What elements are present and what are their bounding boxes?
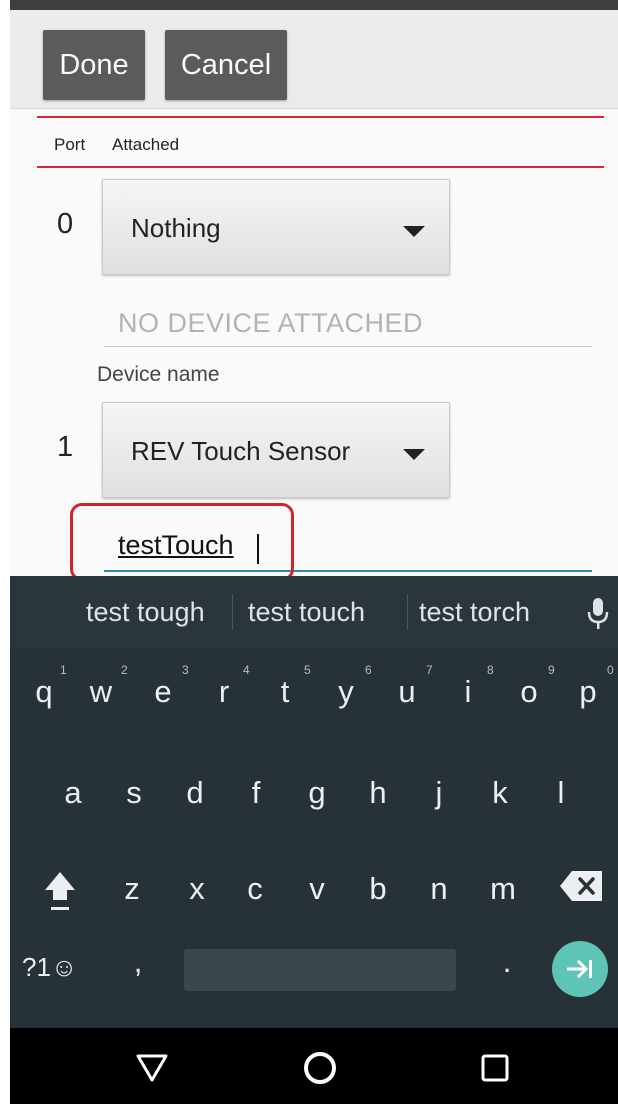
device-type-spinner-1[interactable]: REV Touch Sensor xyxy=(102,402,450,498)
cancel-button[interactable]: Cancel xyxy=(165,30,287,100)
device-name-field-0[interactable]: NO DEVICE ATTACHED xyxy=(104,300,592,347)
symbols-key[interactable]: ?1☺ xyxy=(22,952,88,983)
suggestion-3[interactable]: test torch xyxy=(419,576,530,648)
key-c[interactable]: c xyxy=(230,871,280,907)
key-k[interactable]: k xyxy=(475,775,525,811)
key-l[interactable]: l xyxy=(536,775,586,811)
back-icon[interactable] xyxy=(135,1053,169,1083)
header-divider-top xyxy=(37,116,604,118)
attached-column-header: Attached xyxy=(112,135,180,154)
enter-key[interactable] xyxy=(552,941,608,997)
key-comma[interactable]: , xyxy=(113,944,163,980)
port-number-0: 0 xyxy=(57,208,74,240)
suggestion-bar: test tough test touch test torch xyxy=(10,576,618,648)
key-period[interactable]: . xyxy=(482,944,532,980)
port-column-header: Port xyxy=(54,135,86,154)
device-name-label: Device name xyxy=(97,363,220,386)
highlight-annotation xyxy=(70,503,294,581)
enter-icon xyxy=(567,959,592,979)
device-type-spinner-0[interactable]: Nothing xyxy=(102,179,450,275)
key-hint-7: 7 xyxy=(426,663,433,677)
key-hint-4: 4 xyxy=(243,663,250,677)
key-hint-1: 1 xyxy=(60,663,67,677)
key-h[interactable]: h xyxy=(353,775,403,811)
key-v[interactable]: v xyxy=(292,871,342,907)
field-hint: NO DEVICE ATTACHED xyxy=(118,308,424,338)
key-t[interactable]: t xyxy=(260,674,310,710)
key-hint-2: 2 xyxy=(121,663,128,677)
key-hint-8: 8 xyxy=(487,663,494,677)
port-number-1: 1 xyxy=(57,431,74,463)
done-button[interactable]: Done xyxy=(43,30,145,100)
key-hint-9: 9 xyxy=(548,663,555,677)
space-bar[interactable] xyxy=(184,949,456,991)
key-g[interactable]: g xyxy=(292,775,342,811)
soft-keyboard: test tough test touch test torch q w e r… xyxy=(10,576,618,1028)
dropdown-arrow-icon xyxy=(403,226,425,237)
key-a[interactable]: a xyxy=(48,775,98,811)
mic-icon[interactable] xyxy=(586,596,610,632)
device-type-value: Nothing xyxy=(131,213,221,243)
key-d[interactable]: d xyxy=(170,775,220,811)
key-x[interactable]: x xyxy=(172,871,222,907)
key-m[interactable]: m xyxy=(478,871,528,907)
key-hint-6: 6 xyxy=(365,663,372,677)
suggestion-divider xyxy=(407,594,408,630)
home-icon[interactable] xyxy=(302,1050,338,1086)
key-r[interactable]: r xyxy=(199,674,249,710)
suggestion-2[interactable]: test touch xyxy=(248,576,365,648)
key-p[interactable]: p xyxy=(563,674,613,710)
key-s[interactable]: s xyxy=(109,775,159,811)
key-z[interactable]: z xyxy=(107,871,157,907)
suggestion-divider xyxy=(232,594,233,630)
recents-icon[interactable] xyxy=(480,1053,510,1083)
action-bar: Done Cancel xyxy=(10,10,618,109)
shift-icon[interactable] xyxy=(42,868,78,914)
navigation-bar xyxy=(10,1028,618,1104)
header-divider-bottom xyxy=(37,166,604,168)
suggestion-1[interactable]: test tough xyxy=(86,576,205,648)
key-hint-0: 0 xyxy=(607,663,614,677)
left-margin xyxy=(0,0,10,1104)
key-w[interactable]: w xyxy=(76,674,126,710)
device-type-value: REV Touch Sensor xyxy=(131,436,351,466)
key-q[interactable]: q xyxy=(19,674,69,710)
dropdown-arrow-icon xyxy=(403,449,425,460)
status-strip xyxy=(10,0,618,10)
key-hint-3: 3 xyxy=(182,663,189,677)
key-b[interactable]: b xyxy=(353,871,403,907)
key-n[interactable]: n xyxy=(414,871,464,907)
key-hint-5: 5 xyxy=(304,663,311,677)
key-e[interactable]: e xyxy=(138,674,188,710)
key-j[interactable]: j xyxy=(414,775,464,811)
key-y[interactable]: y xyxy=(321,674,371,710)
key-u[interactable]: u xyxy=(382,674,432,710)
key-f[interactable]: f xyxy=(231,775,281,811)
key-i[interactable]: i xyxy=(443,674,493,710)
backspace-icon[interactable] xyxy=(558,869,604,903)
key-o[interactable]: o xyxy=(504,674,554,710)
